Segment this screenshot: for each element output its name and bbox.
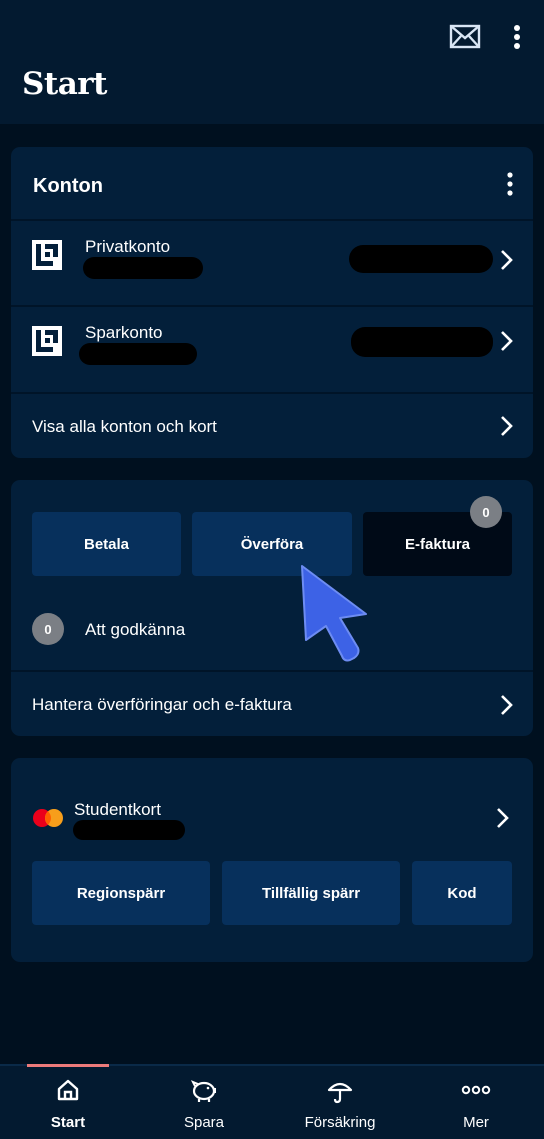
bank-logo-icon (32, 326, 62, 356)
account-name: Sparkonto (85, 323, 163, 342)
approve-label[interactable]: Att godkänna (85, 620, 185, 640)
pointer-cursor-icon (301, 565, 367, 662)
nav-label: Spara (183, 1114, 225, 1131)
manage-transfers-row[interactable]: Hantera överföringar och e-faktura (11, 672, 533, 736)
chevron-right-icon (501, 695, 513, 715)
accounts-menu-button[interactable] (505, 171, 515, 197)
mail-icon (449, 24, 481, 49)
redacted-balance (351, 327, 493, 357)
redacted-account-number (83, 257, 203, 279)
mail-button[interactable] (449, 24, 481, 50)
redacted-card-number (73, 820, 185, 840)
bottom-navigation: Start Spara Försäkring Mer (0, 1064, 544, 1139)
temporary-block-button[interactable]: Tillfällig spärr (222, 861, 400, 925)
student-card-name: Studentkort (74, 800, 161, 819)
approve-count-badge: 0 (32, 613, 64, 645)
region-block-button[interactable]: Regionspärr (32, 861, 210, 925)
pin-code-button[interactable]: Kod (412, 861, 512, 925)
piggy-bank-icon (190, 1080, 216, 1102)
student-card-row[interactable]: Studentkort (11, 788, 533, 848)
account-name: Privatkonto (85, 237, 171, 256)
account-row-privatkonto[interactable]: Privatkonto (11, 221, 533, 305)
payments-card: Betala Överföra E-faktura 0 0 Att godkän… (11, 480, 533, 736)
chevron-right-icon (501, 416, 513, 436)
nav-label: Start (50, 1114, 86, 1131)
nav-start[interactable]: Start (0, 1066, 136, 1139)
nav-label: Mer (463, 1114, 489, 1131)
manage-transfers-label: Hantera överföringar och e-faktura (32, 695, 292, 714)
show-all-accounts-row[interactable]: Visa alla konton och kort (11, 394, 533, 458)
more-horizontal-icon (461, 1085, 491, 1095)
nav-forsakring[interactable]: Försäkring (272, 1066, 408, 1139)
e-invoice-count-badge: 0 (470, 496, 502, 528)
app-header: Start (0, 0, 544, 124)
chevron-right-icon (501, 250, 513, 270)
more-vertical-icon (514, 25, 520, 49)
show-all-accounts-label: Visa alla konton och kort (32, 417, 217, 436)
chevron-right-icon (501, 331, 513, 351)
more-options-button[interactable] (509, 23, 525, 51)
redacted-account-number (79, 343, 197, 365)
redacted-balance (349, 245, 493, 273)
accounts-card: Konton Privatkonto Sparkonto Visa alla k… (11, 147, 533, 458)
chevron-right-icon (497, 808, 509, 828)
home-icon (57, 1079, 79, 1101)
bank-logo-icon (32, 240, 62, 270)
nav-spara[interactable]: Spara (136, 1066, 272, 1139)
accounts-card-title: Konton (33, 175, 103, 197)
student-card-section: Studentkort Regionspärr Tillfällig spärr… (11, 758, 533, 962)
mastercard-icon (33, 809, 63, 827)
pay-button[interactable]: Betala (32, 512, 181, 576)
nav-mer[interactable]: Mer (408, 1066, 544, 1139)
nav-label: Försäkring (304, 1114, 376, 1131)
more-vertical-icon (507, 172, 513, 196)
umbrella-icon (327, 1082, 353, 1104)
page-title: Start (22, 66, 107, 102)
account-row-sparkonto[interactable]: Sparkonto (11, 307, 533, 392)
